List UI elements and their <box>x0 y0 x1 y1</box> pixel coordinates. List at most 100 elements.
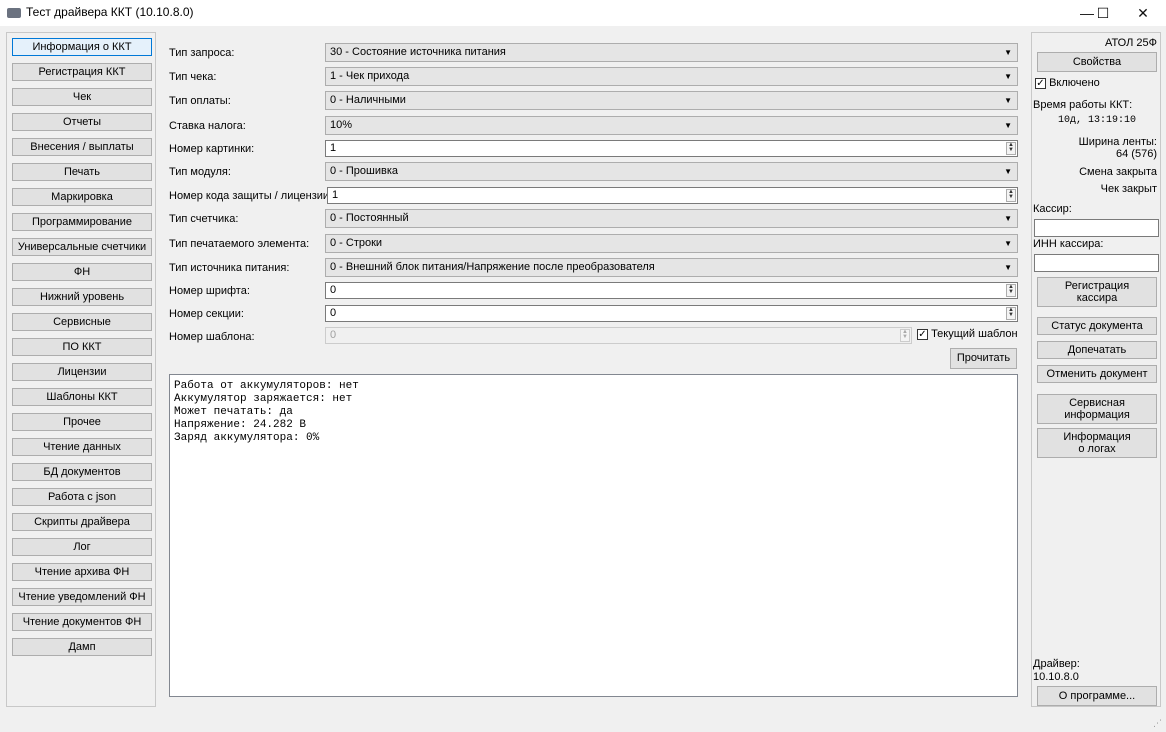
service-info-button[interactable]: Сервисная информация <box>1037 394 1157 424</box>
sidebar-item-licenses[interactable]: Лицензии <box>12 363 152 381</box>
template-number-value: 0 <box>330 329 337 341</box>
logs-info-button[interactable]: Информация о логах <box>1037 428 1157 458</box>
about-button[interactable]: О программе... <box>1037 686 1157 706</box>
tax-rate-select[interactable]: 10% ▼ <box>325 116 1018 135</box>
request-type-select[interactable]: 30 - Состояние источника питания ▼ <box>325 43 1018 62</box>
power-source-type-select[interactable]: 0 - Внешний блок питания/Напряжение посл… <box>325 258 1018 277</box>
reprint-button[interactable]: Допечатать <box>1037 341 1157 359</box>
sidebar-item-json[interactable]: Работа с json <box>12 488 152 506</box>
current-template-checkbox[interactable]: ✓ Текущий шаблон <box>917 328 1018 340</box>
current-template-label: Текущий шаблон <box>931 328 1018 340</box>
close-button[interactable]: ✕ <box>1120 0 1166 26</box>
output-line: Заряд аккумулятора: 0% <box>174 432 320 444</box>
logs-info-label-1: Информация <box>1063 431 1131 443</box>
sidebar-item-service[interactable]: Сервисные <box>12 313 152 331</box>
license-code-stepper[interactable]: 1 ▲ ▼ <box>327 187 1018 204</box>
service-info-label-1: Сервисная <box>1069 397 1125 409</box>
sidebar-item-cash-in-out[interactable]: Внесения / выплаты <box>12 138 152 156</box>
chevron-down-icon: ▼ <box>1004 167 1012 176</box>
sidebar-item-fn-archive[interactable]: Чтение архива ФН <box>12 563 152 581</box>
spin-arrows-icon[interactable]: ▲ ▼ <box>1006 284 1016 297</box>
read-button[interactable]: Прочитать <box>950 348 1017 369</box>
document-status-button[interactable]: Статус документа <box>1037 317 1157 335</box>
driver-label: Драйвер: <box>1033 658 1080 670</box>
sidebar-item-fn[interactable]: ФН <box>12 263 152 281</box>
font-number-label: Номер шрифта: <box>169 285 250 297</box>
chevron-down-icon: ▼ <box>1004 239 1012 248</box>
payment-type-value: 0 - Наличными <box>330 94 406 106</box>
register-cashier-label-1: Регистрация <box>1064 280 1130 292</box>
spin-arrows-icon[interactable]: ▲ ▼ <box>1006 142 1016 155</box>
chevron-down-icon: ▼ <box>1004 72 1012 81</box>
output-text-area[interactable]: Работа от аккумуляторов: нет Аккумулятор… <box>169 374 1018 697</box>
sidebar-item-kkt-info[interactable]: Информация о ККТ <box>12 38 152 56</box>
output-line: Может печатать: да <box>174 406 293 418</box>
picture-number-stepper[interactable]: 1 ▲ ▼ <box>325 140 1018 157</box>
enabled-checkbox[interactable]: ✓ Включено <box>1035 77 1100 89</box>
receipt-type-label: Тип чека: <box>169 71 217 83</box>
spin-arrows-icon: ▲ ▼ <box>900 329 910 342</box>
picture-number-value: 1 <box>330 142 337 154</box>
shift-status: Смена закрыта <box>1079 166 1157 178</box>
cancel-document-button[interactable]: Отменить документ <box>1037 365 1157 383</box>
font-number-value: 0 <box>330 284 337 296</box>
sidebar-item-print[interactable]: Печать <box>12 163 152 181</box>
request-type-value: 30 - Состояние источника питания <box>330 46 506 58</box>
cashier-input[interactable] <box>1034 219 1159 237</box>
cashier-inn-input[interactable] <box>1034 254 1159 272</box>
enabled-label: Включено <box>1049 77 1100 89</box>
chevron-down-icon: ▼ <box>1004 96 1012 105</box>
service-info-label-2: информация <box>1064 409 1130 421</box>
receipt-type-select[interactable]: 1 - Чек прихода ▼ <box>325 67 1018 86</box>
sidebar-item-fn-documents[interactable]: Чтение документов ФН <box>12 613 152 631</box>
request-type-label: Тип запроса: <box>169 47 235 59</box>
sidebar-item-programming[interactable]: Программирование <box>12 213 152 231</box>
sidebar-item-dump[interactable]: Дамп <box>12 638 152 656</box>
section-number-value: 0 <box>330 307 337 319</box>
counter-type-select[interactable]: 0 - Постоянный ▼ <box>325 209 1018 228</box>
title-bar: Тест драйвера ККТ (10.10.8.0) — ☐ ✕ <box>0 0 1166 26</box>
chevron-down-icon: ▼ <box>1004 121 1012 130</box>
logs-info-label-2: о логах <box>1078 443 1116 455</box>
template-number-stepper[interactable]: 0 ▲ ▼ <box>325 327 912 344</box>
tax-rate-value: 10% <box>330 119 353 131</box>
picture-number-label: Номер картинки: <box>169 143 255 155</box>
sidebar-item-other[interactable]: Прочее <box>12 413 152 431</box>
sidebar-item-low-level[interactable]: Нижний уровень <box>12 288 152 306</box>
sidebar-item-documents-db[interactable]: БД документов <box>12 463 152 481</box>
sidebar-item-kkt-registration[interactable]: Регистрация ККТ <box>12 63 152 81</box>
sidebar-item-receipt[interactable]: Чек <box>12 88 152 106</box>
printed-element-type-select[interactable]: 0 - Строки ▼ <box>325 234 1018 253</box>
license-code-label: Номер кода защиты / лицензии: <box>169 190 333 202</box>
section-number-stepper[interactable]: 0 ▲ ▼ <box>325 305 1018 322</box>
cashier-label: Кассир: <box>1033 203 1072 215</box>
right-panel: АТОЛ 25Ф Свойства ✓ Включено Время работ… <box>1031 32 1161 707</box>
spin-arrows-icon[interactable]: ▲ ▼ <box>1006 307 1016 320</box>
sidebar-item-log[interactable]: Лог <box>12 538 152 556</box>
sidebar-item-universal-counters[interactable]: Универсальные счетчики <box>12 238 152 256</box>
sidebar-item-fn-notifications[interactable]: Чтение уведомлений ФН <box>12 588 152 606</box>
checkmark-icon[interactable]: ✓ <box>917 328 928 340</box>
resize-grip-icon[interactable]: ⋰ <box>1153 718 1162 729</box>
uptime-label: Время работы ККТ: <box>1033 99 1133 111</box>
sidebar-item-kkt-software[interactable]: ПО ККТ <box>12 338 152 356</box>
window-title: Тест драйвера ККТ (10.10.8.0) <box>26 5 194 19</box>
sidebar-item-marking[interactable]: Маркировка <box>12 188 152 206</box>
chevron-down-icon: ▼ <box>1004 48 1012 57</box>
sidebar-item-driver-scripts[interactable]: Скрипты драйвера <box>12 513 152 531</box>
device-model: АТОЛ 25Ф <box>1104 37 1157 49</box>
sidebar-item-reports[interactable]: Отчеты <box>12 113 152 131</box>
sidebar-item-kkt-templates[interactable]: Шаблоны ККТ <box>12 388 152 406</box>
module-type-select[interactable]: 0 - Прошивка ▼ <box>325 162 1018 181</box>
power-source-type-value: 0 - Внешний блок питания/Напряжение посл… <box>330 261 655 273</box>
payment-type-select[interactable]: 0 - Наличными ▼ <box>325 91 1018 110</box>
font-number-stepper[interactable]: 0 ▲ ▼ <box>325 282 1018 299</box>
register-cashier-button[interactable]: Регистрация кассира <box>1037 277 1157 307</box>
output-line: Напряжение: 24.282 В <box>174 419 307 431</box>
sidebar-item-read-data[interactable]: Чтение данных <box>12 438 152 456</box>
payment-type-label: Тип оплаты: <box>169 95 231 107</box>
spin-arrows-icon[interactable]: ▲ ▼ <box>1006 189 1016 202</box>
chevron-down-icon: ▼ <box>1004 263 1012 272</box>
properties-button[interactable]: Свойства <box>1037 52 1157 72</box>
checkmark-icon[interactable]: ✓ <box>1035 77 1046 89</box>
